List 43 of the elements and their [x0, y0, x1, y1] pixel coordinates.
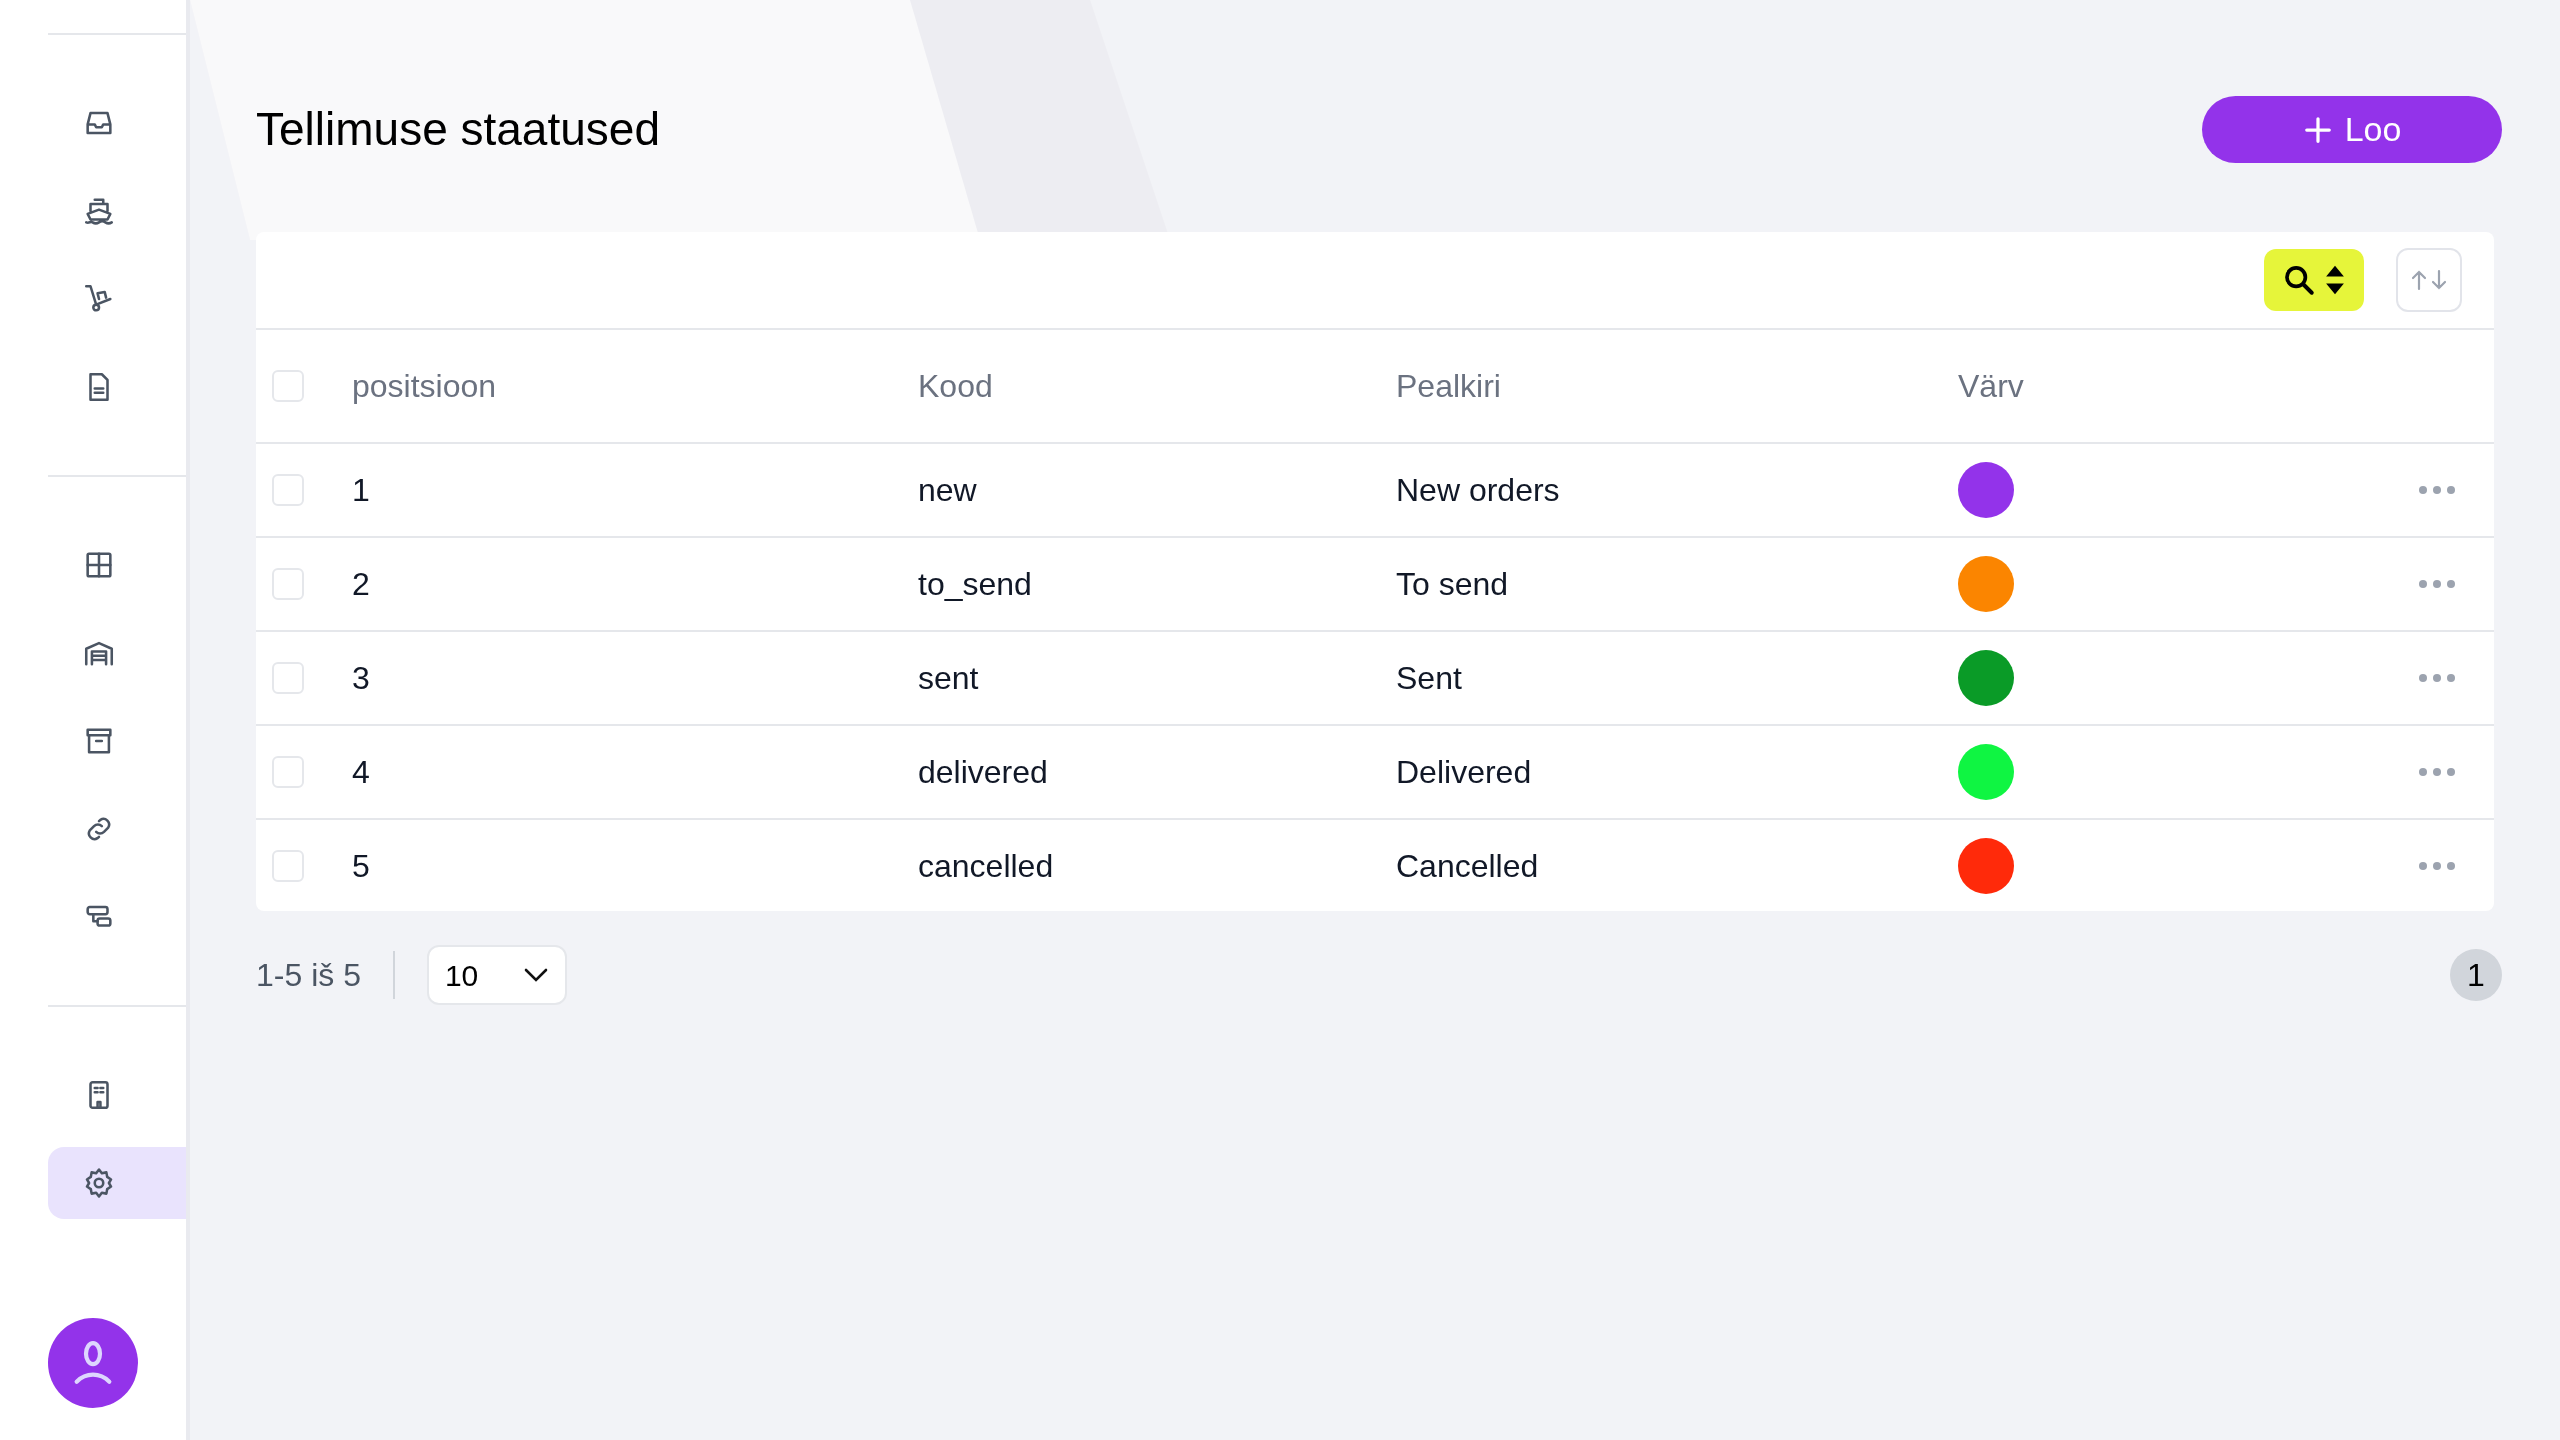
column-header: Pealkiri [1396, 368, 1501, 404]
checkbox[interactable] [272, 370, 304, 402]
table-cell: sent [918, 660, 979, 696]
plus-icon [2302, 114, 2333, 145]
page-title: Tellimuse staatused [256, 102, 660, 157]
sort-button[interactable] [2396, 248, 2462, 312]
checkbox[interactable] [272, 474, 304, 506]
create-button[interactable]: Loo [2202, 96, 2502, 163]
page-size-select[interactable]: 10 [426, 945, 567, 1005]
table-cell: Cancelled [1396, 847, 1539, 884]
page-button[interactable]: 1 [2450, 949, 2502, 1001]
table-cell: Sent [1396, 660, 1462, 696]
table-cell: to_send [918, 566, 1032, 602]
more-dots-icon [2418, 860, 2456, 871]
table-cell: 3 [352, 660, 370, 696]
sort-caret-icon [2324, 264, 2346, 296]
column-header: Kood [918, 368, 993, 404]
more-dots-icon [2418, 485, 2456, 495]
search-icon [2282, 263, 2316, 297]
checkbox[interactable] [272, 568, 304, 600]
more-dots-icon [2418, 579, 2456, 589]
table-cell: 2 [352, 566, 370, 602]
table-cell: cancelled [918, 847, 1054, 884]
chevron-down-icon [522, 967, 549, 983]
search-filter-button[interactable] [2264, 249, 2364, 311]
column-header: positsioon [352, 368, 497, 404]
table-cell: new [918, 472, 977, 508]
checkbox[interactable] [272, 849, 304, 882]
more-dots-icon [2418, 767, 2456, 777]
table-cell: 5 [352, 847, 370, 884]
more-dots-icon [2418, 673, 2456, 683]
sidebar-item[interactable] [48, 1147, 186, 1219]
table-cell: 1 [352, 472, 370, 508]
checkbox[interactable] [272, 756, 304, 788]
column-header: Värv [1958, 368, 2024, 404]
table-cell: To send [1396, 566, 1509, 602]
sort-arrows-icon [2409, 268, 2449, 292]
pagination-range: 1-5 iš 5 [256, 951, 395, 999]
table-cell: 4 [352, 754, 370, 790]
table-cell: delivered [918, 754, 1048, 790]
checkbox[interactable] [272, 662, 304, 694]
table-cell: Delivered [1396, 754, 1532, 790]
table-cell: New orders [1396, 472, 1560, 508]
